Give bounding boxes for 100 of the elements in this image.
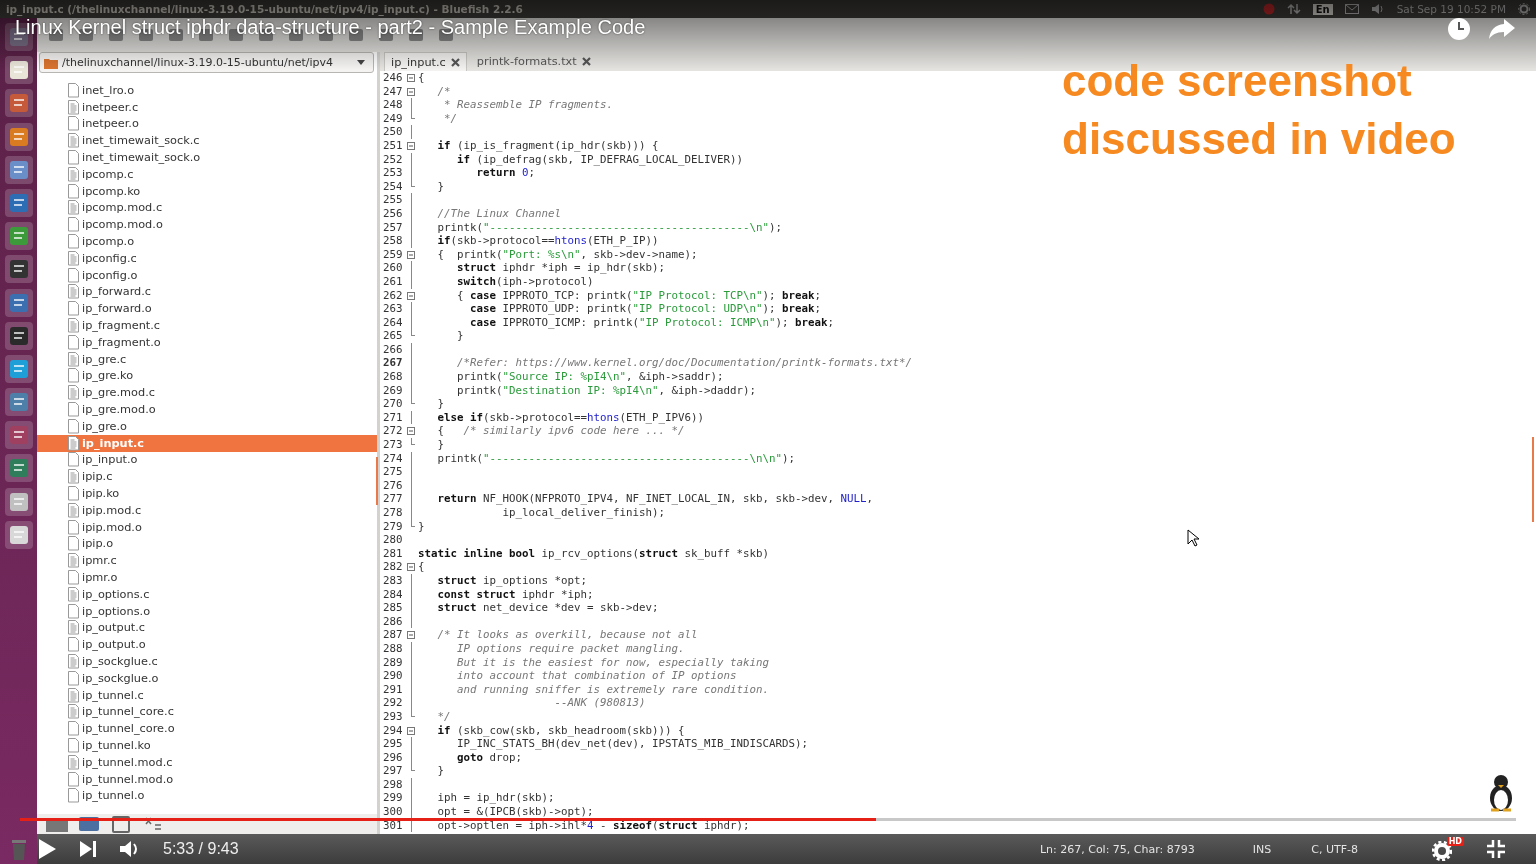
file-item[interactable]: ipip.c	[37, 468, 377, 486]
file-item[interactable]: ipconfig.c	[37, 249, 377, 267]
file-item[interactable]: ip_gre.c	[37, 350, 377, 368]
code-line: if (ip_is_fragment(ip_hdr(skb))) {	[436, 138, 659, 153]
share-arrow-icon[interactable]	[1488, 17, 1516, 41]
close-icon[interactable]	[450, 57, 460, 67]
close-icon[interactable]	[581, 57, 591, 66]
file-item[interactable]: ipcomp.o	[37, 233, 377, 250]
fold-toggle-icon[interactable]	[407, 427, 415, 436]
app-icon[interactable]	[3, 420, 34, 451]
file-item[interactable]: ipmr.o	[37, 569, 377, 586]
file-item[interactable]: ip_options.c	[37, 585, 377, 603]
fold-toggle-icon[interactable]	[407, 250, 415, 259]
text-file-icon	[68, 166, 79, 182]
file-item[interactable]: ipcomp.mod.o	[37, 216, 377, 234]
file-item[interactable]: inet_timewait_sock.c	[37, 132, 377, 150]
app-icon[interactable]	[3, 287, 34, 318]
file-item[interactable]: ip_tunnel.mod.c	[37, 753, 377, 771]
app-icon[interactable]	[3, 353, 34, 384]
code-line: if (skb_cow(skb, skb_headroom(skb))) {	[436, 723, 685, 738]
mouse-cursor-icon	[1187, 529, 1199, 547]
code-line: return NF_HOOK(NFPROTO_IPV4, NF_INET_LOCAL_IN, skb, skb->dev, NULL,	[436, 492, 874, 506]
file-item[interactable]: ipip.mod.c	[37, 501, 377, 519]
code-line: opt->optlen = iph->ihl*4 - sizeof(struct iphdr);	[436, 818, 750, 833]
scrollbar-thumb[interactable]	[376, 457, 378, 505]
fold-toggle-icon[interactable]	[407, 563, 415, 572]
file-item[interactable]: ip_tunnel.mod.o	[37, 770, 377, 788]
fold-toggle-icon[interactable]	[407, 291, 415, 300]
file-item[interactable]: ipmr.c	[37, 552, 377, 570]
clipboard-icon[interactable]	[109, 815, 133, 833]
file-item[interactable]: ip_sockglue.o	[37, 669, 377, 687]
file-item[interactable]: ip_output.c	[37, 619, 377, 637]
app-icon[interactable]	[3, 121, 34, 152]
file-item[interactable]: inet_timewait_sock.o	[37, 149, 377, 166]
line-number: 285	[382, 601, 404, 615]
file-item[interactable]: ip_tunnel.ko	[37, 737, 377, 754]
insert-mode[interactable]: INS	[1252, 842, 1272, 856]
progress-bar[interactable]	[20, 818, 1516, 821]
scrollbar-thumb[interactable]	[1532, 437, 1534, 522]
file-item[interactable]: ipip.o	[37, 535, 377, 553]
file-item[interactable]: ip_fragment.o	[37, 333, 377, 351]
file-item[interactable]: ip_forward.c	[37, 283, 377, 301]
app-icon[interactable]	[3, 387, 34, 418]
editor-tab[interactable]: ip_input.c	[384, 52, 467, 71]
file-item[interactable]: ip_options.o	[37, 602, 377, 620]
exit-fullscreen-icon[interactable]	[1486, 839, 1506, 859]
line-number: 255	[382, 193, 404, 207]
file-item[interactable]: ipip.mod.o	[37, 518, 377, 536]
keyboard-layout[interactable]: En	[1312, 3, 1333, 15]
line-number: 293	[382, 709, 404, 724]
network-icon[interactable]	[1286, 3, 1301, 15]
fold-toggle-icon[interactable]	[407, 141, 415, 150]
file-item[interactable]: ip_gre.mod.o	[37, 401, 377, 418]
file-item[interactable]: ip_gre.ko	[37, 367, 377, 385]
app-icon[interactable]	[3, 320, 34, 351]
clock-icon[interactable]	[1446, 16, 1472, 42]
file-icon	[68, 334, 79, 350]
fold-toggle-icon[interactable]	[407, 726, 415, 735]
app-icon[interactable]	[3, 221, 34, 252]
skip-next-icon[interactable]	[79, 840, 97, 858]
app-icon[interactable]	[3, 88, 34, 119]
app-icon[interactable]	[3, 254, 34, 285]
mail-icon[interactable]	[1344, 4, 1359, 14]
file-item[interactable]: ipconfig.o	[37, 266, 377, 284]
file-item[interactable]: ip_tunnel.c	[37, 686, 377, 704]
file-item[interactable]: ip_fragment.c	[37, 317, 377, 334]
file-item[interactable]: ip_input.o	[37, 451, 377, 469]
file-icon	[68, 603, 79, 619]
file-item[interactable]: ip_forward.o	[37, 300, 377, 318]
app-icon[interactable]	[3, 519, 34, 550]
file-item[interactable]: inetpeer.c	[37, 98, 377, 116]
code-line: into account that combination of IP options	[456, 669, 737, 683]
file-item[interactable]: ipcomp.mod.c	[37, 199, 377, 217]
code-line: printk("----------------------------------------\n");	[436, 220, 783, 235]
app-icon[interactable]	[3, 453, 34, 484]
file-item[interactable]: ipcomp.ko	[37, 182, 377, 200]
file-item[interactable]: ip_sockglue.c	[37, 653, 377, 670]
file-item[interactable]: ipcomp.c	[37, 166, 377, 183]
file-item[interactable]: ip_output.o	[37, 636, 377, 654]
settings-icon[interactable]	[1518, 3, 1530, 15]
code-line: }	[436, 438, 444, 452]
file-item[interactable]: inet_lro.o	[37, 82, 377, 99]
file-item[interactable]: ip_gre.o	[37, 417, 377, 435]
file-item[interactable]: ip_tunnel_core.o	[37, 720, 377, 738]
app-icon[interactable]	[3, 187, 34, 218]
file-item[interactable]: ip_gre.mod.c	[37, 384, 377, 402]
file-item[interactable]: inetpeer.o	[37, 115, 377, 133]
editor-tab[interactable]: printk-formats.txt	[470, 52, 597, 71]
path-dropdown[interactable]: /thelinuxchannel/linux-3.19.0-15-ubuntu/net/ipv4	[39, 52, 374, 73]
fold-toggle-icon[interactable]	[407, 87, 415, 96]
code-line: printk("Source IP: %pI4\n", &iph->saddr);	[456, 370, 724, 384]
settings-button[interactable]: HD	[1432, 837, 1464, 861]
file-item[interactable]: ipip.ko	[37, 485, 377, 502]
file-item[interactable]: ip_tunnel_core.c	[37, 703, 377, 721]
fold-toggle-icon[interactable]	[407, 631, 415, 640]
app-icon[interactable]	[3, 154, 34, 185]
language-encoding[interactable]: C, UTF-8	[1311, 842, 1358, 856]
fold-toggle-icon[interactable]	[407, 74, 415, 82]
file-item[interactable]: ip_tunnel.o	[37, 787, 377, 805]
app-icon[interactable]	[3, 486, 34, 517]
